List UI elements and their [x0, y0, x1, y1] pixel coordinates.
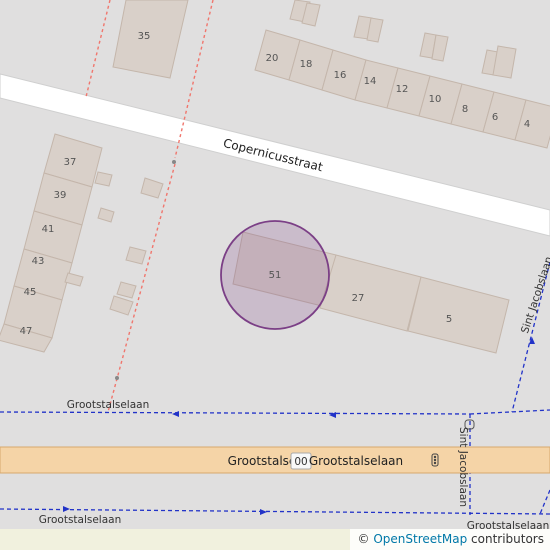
house-number: 47: [20, 326, 33, 337]
house-number: 14: [364, 76, 377, 87]
footpath-node: [115, 376, 119, 380]
map-canvas[interactable]: 35 20 18 16 14 12 10 8 6 4 37 39 41 43 4…: [0, 0, 550, 550]
house-number: 6: [492, 112, 498, 123]
house-number: 45: [24, 287, 37, 298]
house-number: 16: [334, 70, 347, 81]
house-number: 35: [138, 31, 151, 42]
house-number: 10: [429, 94, 442, 105]
road-ref-label: 00: [294, 456, 307, 468]
openstreetmap-link[interactable]: OpenStreetMap: [373, 532, 467, 546]
house-number: 8: [462, 104, 468, 115]
attribution-suffix: contributors: [467, 532, 544, 546]
footpath-node: [172, 160, 176, 164]
house-number: 20: [266, 53, 279, 64]
house-number: 39: [54, 190, 67, 201]
house-number: 43: [32, 256, 45, 267]
street-label-grootstalselaan-path: Grootstalselaan: [67, 399, 150, 411]
street-label-sint-jacobslaan: Sint Jacobslaan: [519, 255, 550, 335]
house-number: 4: [524, 119, 530, 130]
house-number: 41: [42, 224, 55, 235]
attribution-prefix: ©: [357, 532, 374, 546]
street-label-grootstalselaan-path: Grootstalselaan: [39, 514, 122, 526]
house-number: 5: [446, 314, 452, 325]
street-label-grootstalselaan: Grootstalse: [228, 454, 297, 468]
house-number: 12: [396, 84, 409, 95]
house-number: 51: [269, 270, 282, 281]
map-view[interactable]: 35 20 18 16 14 12 10 8 6 4 37 39 41 43 4…: [0, 0, 550, 550]
house-number: 27: [352, 293, 365, 304]
house-number: 37: [64, 157, 77, 168]
attribution: © OpenStreetMap contributors: [349, 529, 550, 550]
street-label-grootstalselaan: Grootstalselaan: [309, 454, 403, 468]
street-label-sint-jacobslaan: Sint Jacobslaan: [457, 427, 469, 507]
house-number: 18: [300, 59, 313, 70]
